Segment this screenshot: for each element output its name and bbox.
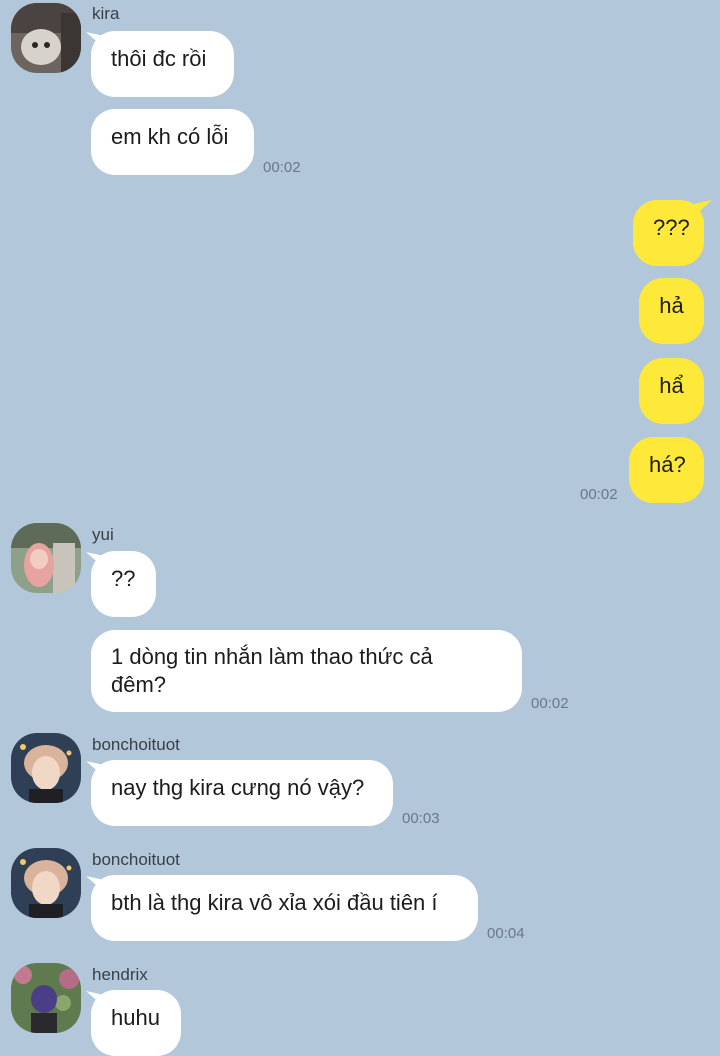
- sender-name: hendrix: [92, 965, 148, 984]
- chat-view[interactable]: kira thôi đc rồi em kh có lỗi 00:02 ??? …: [0, 0, 720, 1056]
- message-time: 00:02: [580, 486, 618, 503]
- message-bubble[interactable]: ???: [633, 200, 704, 266]
- message-time: 00:02: [263, 159, 301, 176]
- sender-name: bonchoituot: [92, 850, 180, 869]
- message-bubble[interactable]: em kh có lỗi: [91, 109, 254, 175]
- message-bubble[interactable]: thôi đc rồi: [91, 31, 234, 97]
- bonchoituot-avatar-image: [11, 848, 81, 918]
- yui-avatar[interactable]: [11, 523, 81, 593]
- message-time: 00:04: [487, 925, 525, 942]
- message-bubble[interactable]: há?: [629, 437, 704, 503]
- bonchoituot-avatar[interactable]: [11, 848, 81, 918]
- message-bubble[interactable]: bth là thg kira vô xỉa xói đầu tiên í: [91, 875, 478, 941]
- message-bubble[interactable]: hả: [639, 278, 704, 344]
- hendrix-avatar[interactable]: [11, 963, 81, 1033]
- message-bubble[interactable]: ??: [91, 551, 156, 617]
- message-bubble[interactable]: huhu: [91, 990, 181, 1056]
- message-time: 00:02: [531, 695, 569, 712]
- message-bubble[interactable]: hẩ: [639, 358, 704, 424]
- message-bubble[interactable]: 1 dòng tin nhắn làm thao thức cả đêm?: [91, 630, 522, 712]
- bonchoituot-avatar[interactable]: [11, 733, 81, 803]
- kira-avatar-image: [11, 3, 81, 73]
- kira-avatar[interactable]: [11, 3, 81, 73]
- bonchoituot-avatar-image: [11, 733, 81, 803]
- message-bubble[interactable]: nay thg kira cưng nó vậy?: [91, 760, 393, 826]
- hendrix-avatar-image: [11, 963, 81, 1033]
- sender-name: yui: [92, 525, 114, 544]
- message-time: 00:03: [402, 810, 440, 827]
- sender-name: bonchoituot: [92, 735, 180, 754]
- sender-name: kira: [92, 4, 120, 23]
- yui-avatar-image: [11, 523, 81, 593]
